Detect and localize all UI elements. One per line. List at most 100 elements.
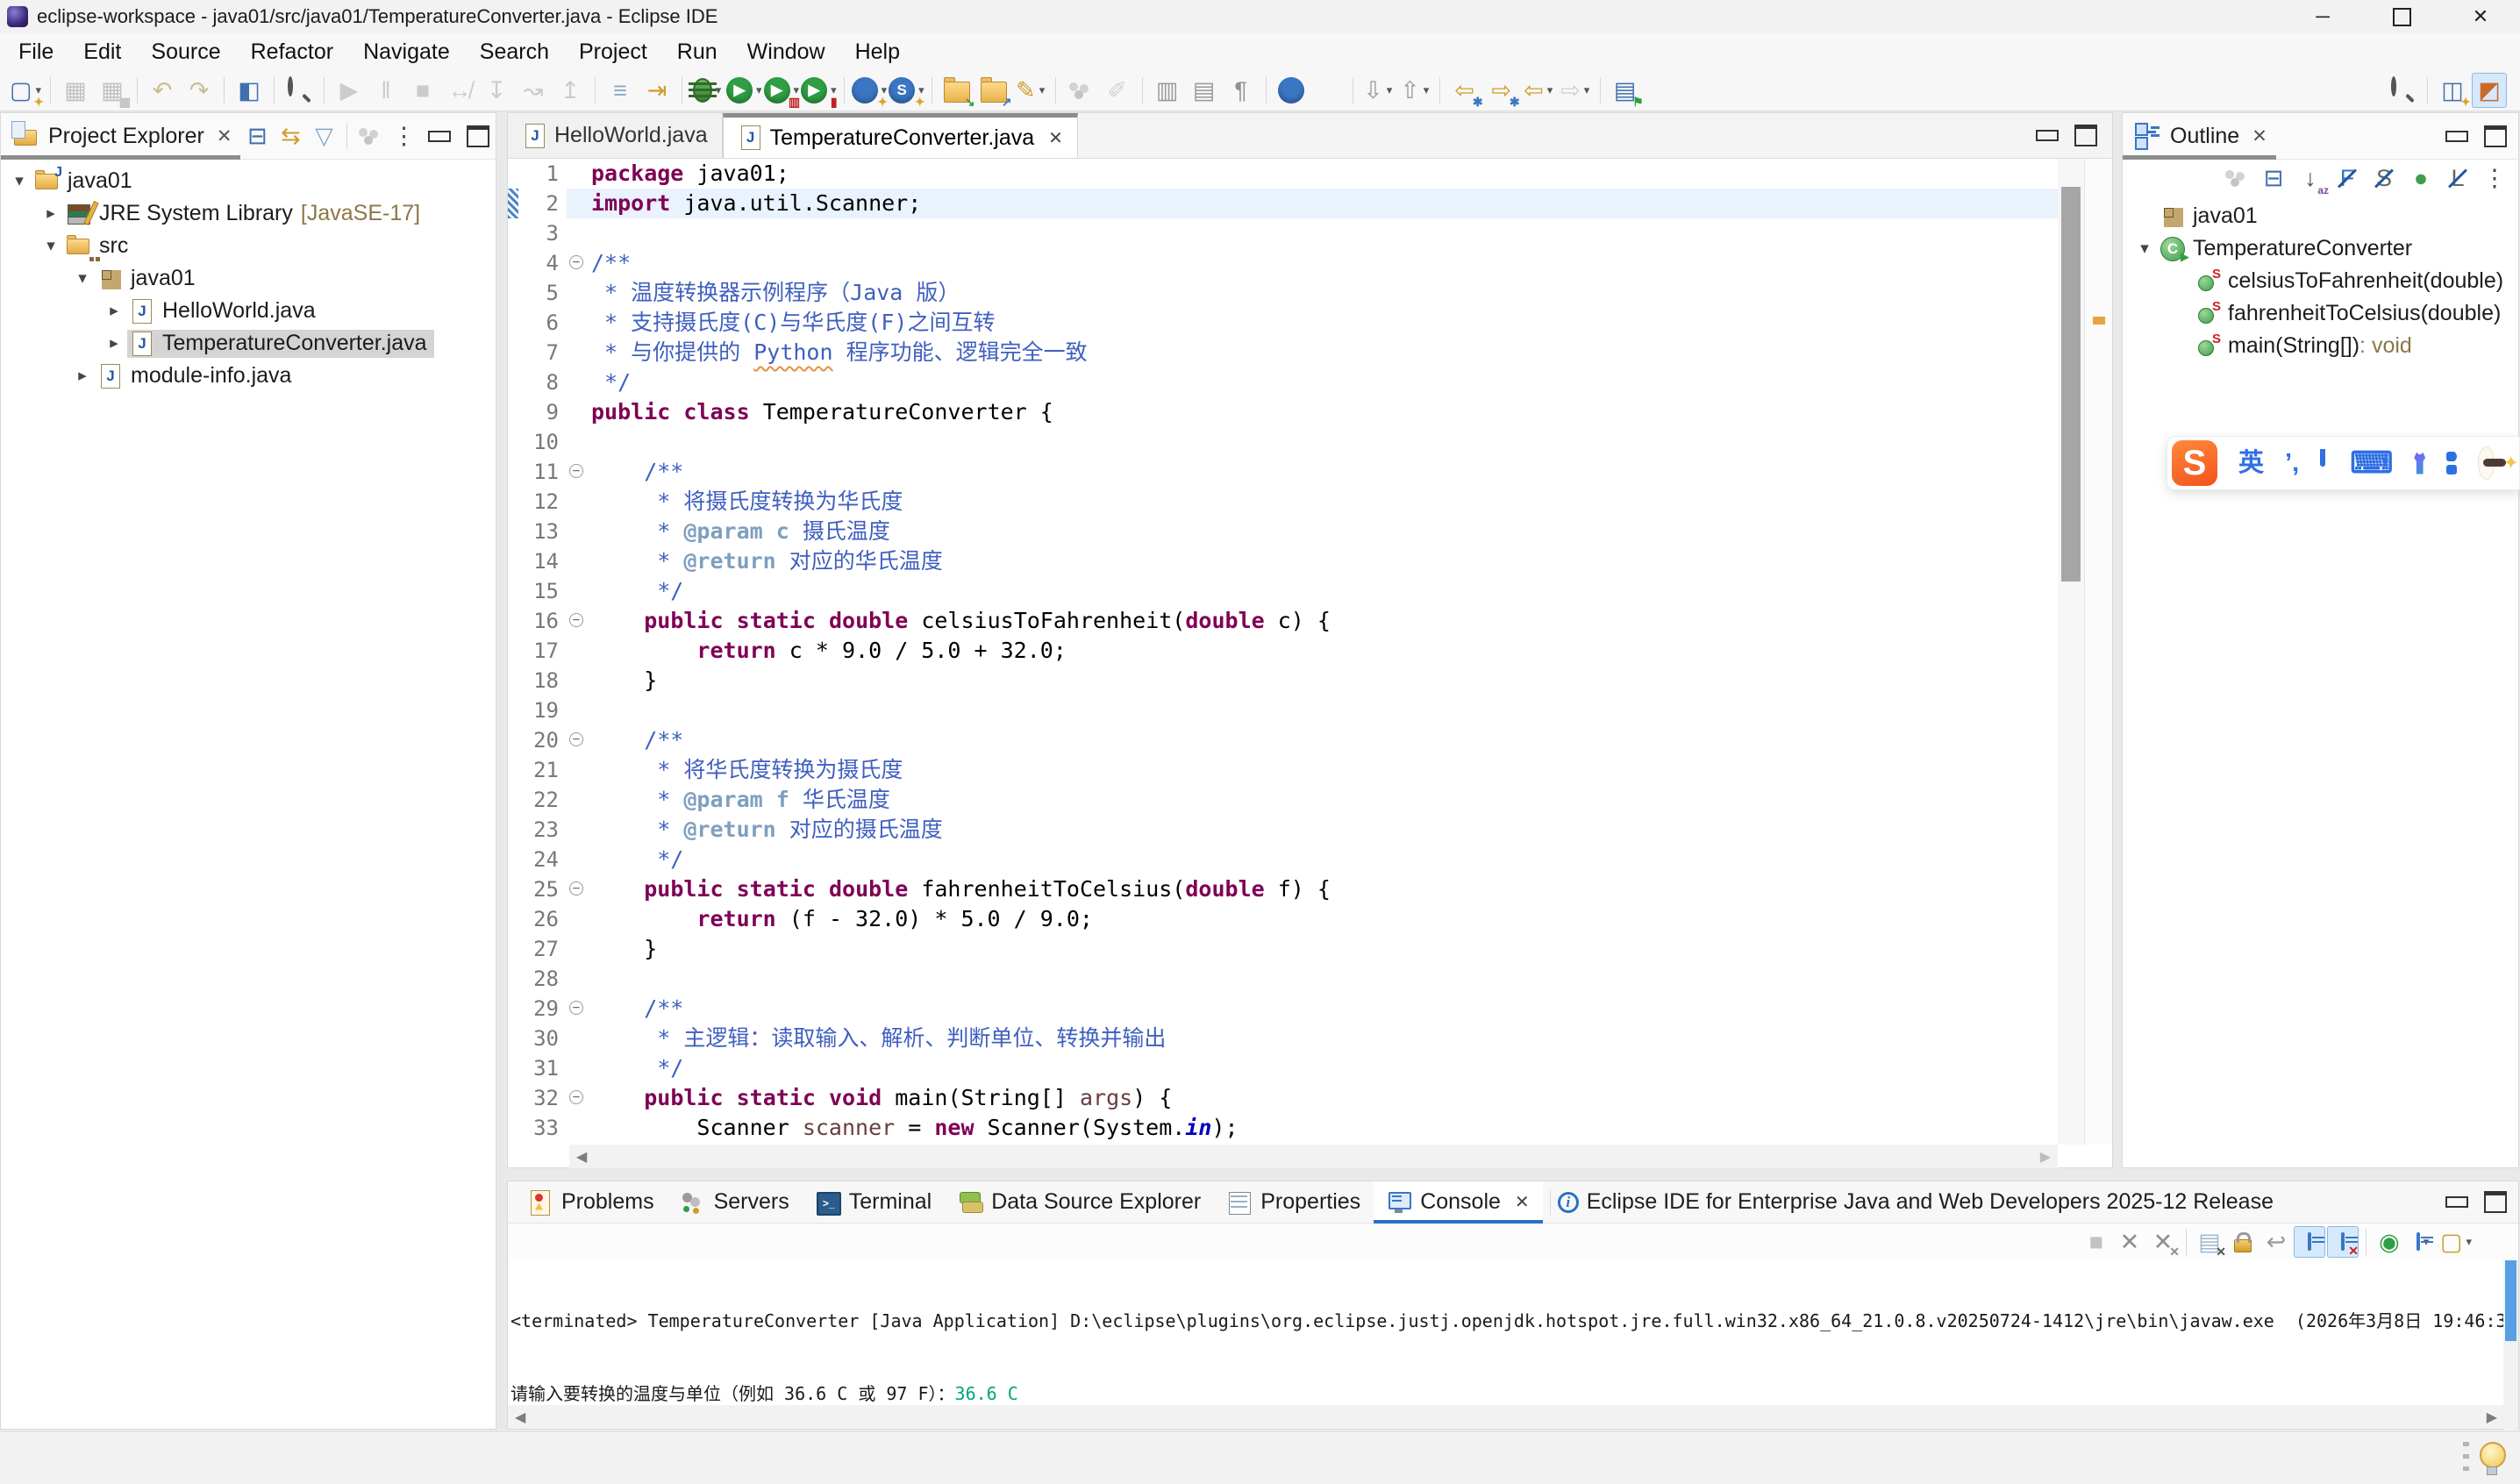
scroll-lock-button[interactable]	[2227, 1226, 2259, 1258]
save-all-button[interactable]: ▦▦	[95, 73, 130, 108]
undo-button[interactable]: ↶	[145, 73, 180, 108]
profile-button[interactable]: ▶▮▾	[801, 73, 837, 108]
code-line[interactable]: 3	[508, 218, 2058, 248]
expander-icon[interactable]: ▾	[2131, 239, 2158, 259]
sogou-logo-icon[interactable]: S	[2172, 440, 2217, 486]
code-line[interactable]: 19	[508, 696, 2058, 725]
menu-item-help[interactable]: Help	[840, 39, 915, 65]
skin-icon[interactable]	[2414, 453, 2425, 474]
collapse-all-button[interactable]: ⊟	[2256, 161, 2291, 196]
suspend-button[interactable]: ‖	[368, 73, 403, 108]
close-icon[interactable]: ✕	[1048, 127, 1063, 149]
code-line[interactable]: 30 * 主逻辑：读取输入、解析、判断单位、转换并输出	[508, 1024, 2058, 1053]
scroll-right-icon[interactable]: ▶	[2487, 1409, 2497, 1426]
open-web-browser-button[interactable]	[1274, 73, 1309, 108]
code-line[interactable]: 31 */	[508, 1053, 2058, 1083]
overview-ruler[interactable]	[2084, 159, 2112, 1145]
editor-horizontal-scrollbar[interactable]: ◀ ▶	[569, 1145, 2058, 1168]
console-tab-console[interactable]: Console✕	[1374, 1181, 1543, 1223]
console-vertical-scrollbar[interactable]	[2503, 1260, 2518, 1430]
editor-tab-helloworld-java[interactable]: JHelloWorld.java	[508, 113, 723, 158]
outline-item[interactable]: ▾C▶TemperatureConverter	[2123, 232, 2518, 265]
minimize-button[interactable]	[2438, 120, 2475, 152]
code-line[interactable]: 24 */	[508, 845, 2058, 874]
maximize-button[interactable]	[460, 120, 496, 152]
maximize-button[interactable]	[2477, 120, 2514, 152]
last-edit-location-button[interactable]: ▤⚑	[1608, 73, 1643, 108]
code-line[interactable]: 28	[508, 964, 2058, 994]
open-console-button[interactable]: ▢▾	[2440, 1226, 2472, 1258]
menu-item-project[interactable]: Project	[564, 39, 662, 65]
active-perspective-java-ee-button[interactable]: ◩	[2472, 73, 2507, 108]
drag-handle[interactable]	[2463, 1442, 2469, 1475]
search-spy-button[interactable]	[282, 73, 317, 108]
expander-icon[interactable]: ▾	[38, 236, 64, 256]
expander-icon[interactable]: ▸	[69, 366, 96, 386]
code-line[interactable]: 2import java.util.Scanner;	[508, 189, 2058, 218]
expander-icon[interactable]: ▸	[101, 333, 127, 353]
console-tab-properties[interactable]: Properties	[1214, 1181, 1374, 1223]
expander-icon[interactable]: ▾	[69, 268, 96, 289]
code-line[interactable]: 15 */	[508, 576, 2058, 606]
code-line[interactable]: 11− /**	[508, 457, 2058, 487]
code-line[interactable]: 16− public static double celsiusToFahren…	[508, 606, 2058, 636]
code-line[interactable]: 6 * 支持摄氏度(C)与华氏度(F)之间互转	[508, 308, 2058, 338]
emoji-face-icon[interactable]	[2478, 446, 2495, 480]
collapse-all-button[interactable]: ⊟	[241, 120, 273, 152]
clear-console-button[interactable]: ▤✕	[2194, 1226, 2225, 1258]
update-button[interactable]: ⇩▾	[1360, 73, 1396, 108]
code-line[interactable]: 21 * 将华氏度转换为摄氏度	[508, 755, 2058, 785]
run-button[interactable]: ▶▾	[726, 73, 762, 108]
redo-button[interactable]: ↷	[182, 73, 217, 108]
menu-item-run[interactable]: Run	[662, 39, 732, 65]
terminate-button[interactable]: ■	[405, 73, 440, 108]
debug-button[interactable]: ▾	[689, 73, 725, 108]
menu-item-window[interactable]: Window	[732, 39, 840, 65]
tree-item[interactable]: ▸Jmodule-info.java	[1, 360, 496, 392]
scroll-left-icon[interactable]: ◀	[576, 1148, 587, 1166]
scrollbar-thumb[interactable]	[2505, 1260, 2516, 1341]
scrollbar-thumb[interactable]	[2061, 187, 2081, 581]
editor-tab-temperatureconverter-java[interactable]: JTemperatureConverter.java✕	[723, 113, 1078, 158]
code-line[interactable]: 7 * 与你提供的 Python 程序功能、逻辑完全一致	[508, 338, 2058, 367]
previous-edit-location-button[interactable]: ⇦✱	[1447, 73, 1482, 108]
editor-vertical-scrollbar[interactable]	[2058, 159, 2084, 1145]
code-editor[interactable]: 1package java01;2import java.util.Scanne…	[508, 159, 2058, 1145]
open-task-button[interactable]: ◧	[232, 73, 267, 108]
filter-button[interactable]: ▽	[308, 120, 339, 152]
hide-local-types-button[interactable]: L	[2440, 161, 2475, 196]
collaboration-icon[interactable]	[354, 120, 386, 152]
expander-icon[interactable]: ▸	[38, 203, 64, 224]
console-output[interactable]: <terminated> TemperatureConverter [Java …	[509, 1260, 2503, 1407]
tree-item[interactable]: ▸JHelloWorld.java	[1, 295, 496, 327]
open-perspective-button[interactable]: ◫✦	[2435, 73, 2470, 108]
hide-non-public-button[interactable]: ●	[2403, 161, 2438, 196]
code-line[interactable]: 9public class TemperatureConverter {	[508, 397, 2058, 427]
menu-item-file[interactable]: File	[4, 39, 68, 65]
resume-button[interactable]: ▶	[332, 73, 367, 108]
code-line[interactable]: 33 Scanner scanner = new Scanner(System.…	[508, 1113, 2058, 1143]
export-button[interactable]: ↗	[976, 73, 1011, 108]
skip-breakpoints-button[interactable]: ⇥	[639, 73, 675, 108]
show-whitespace-button[interactable]: ¶	[1224, 73, 1259, 108]
notification-bulb-icon[interactable]	[2480, 1442, 2506, 1468]
maximize-button[interactable]	[2477, 1187, 2514, 1218]
fold-collapse-icon[interactable]: −	[569, 1001, 583, 1015]
tab-project-explorer[interactable]: Project Explorer ✕	[1, 113, 240, 159]
code-line[interactable]: 27 }	[508, 934, 2058, 964]
annotate-button[interactable]: ✎▾	[1013, 73, 1048, 108]
step-return-button[interactable]: ↥	[553, 73, 588, 108]
show-stdout-button[interactable]	[2294, 1226, 2325, 1258]
terminate-button[interactable]: ■	[2081, 1226, 2112, 1258]
menu-item-search[interactable]: Search	[465, 39, 564, 65]
console-tab-servers[interactable]: Servers	[667, 1181, 803, 1223]
menu-item-edit[interactable]: Edit	[68, 39, 136, 65]
expander-icon[interactable]: ▾	[6, 171, 32, 191]
code-line[interactable]: 5 * 温度转换器示例程序（Java 版）	[508, 278, 2058, 308]
back-button[interactable]: ⇦▾	[1521, 73, 1556, 108]
code-line[interactable]: 22 * @param f 华氏温度	[508, 785, 2058, 815]
code-line[interactable]: 14 * @return 对应的华氏温度	[508, 546, 2058, 576]
fold-collapse-icon[interactable]: −	[569, 613, 583, 627]
save-button[interactable]: ▦	[58, 73, 93, 108]
code-line[interactable]: 17 return c * 9.0 / 5.0 + 32.0;	[508, 636, 2058, 666]
